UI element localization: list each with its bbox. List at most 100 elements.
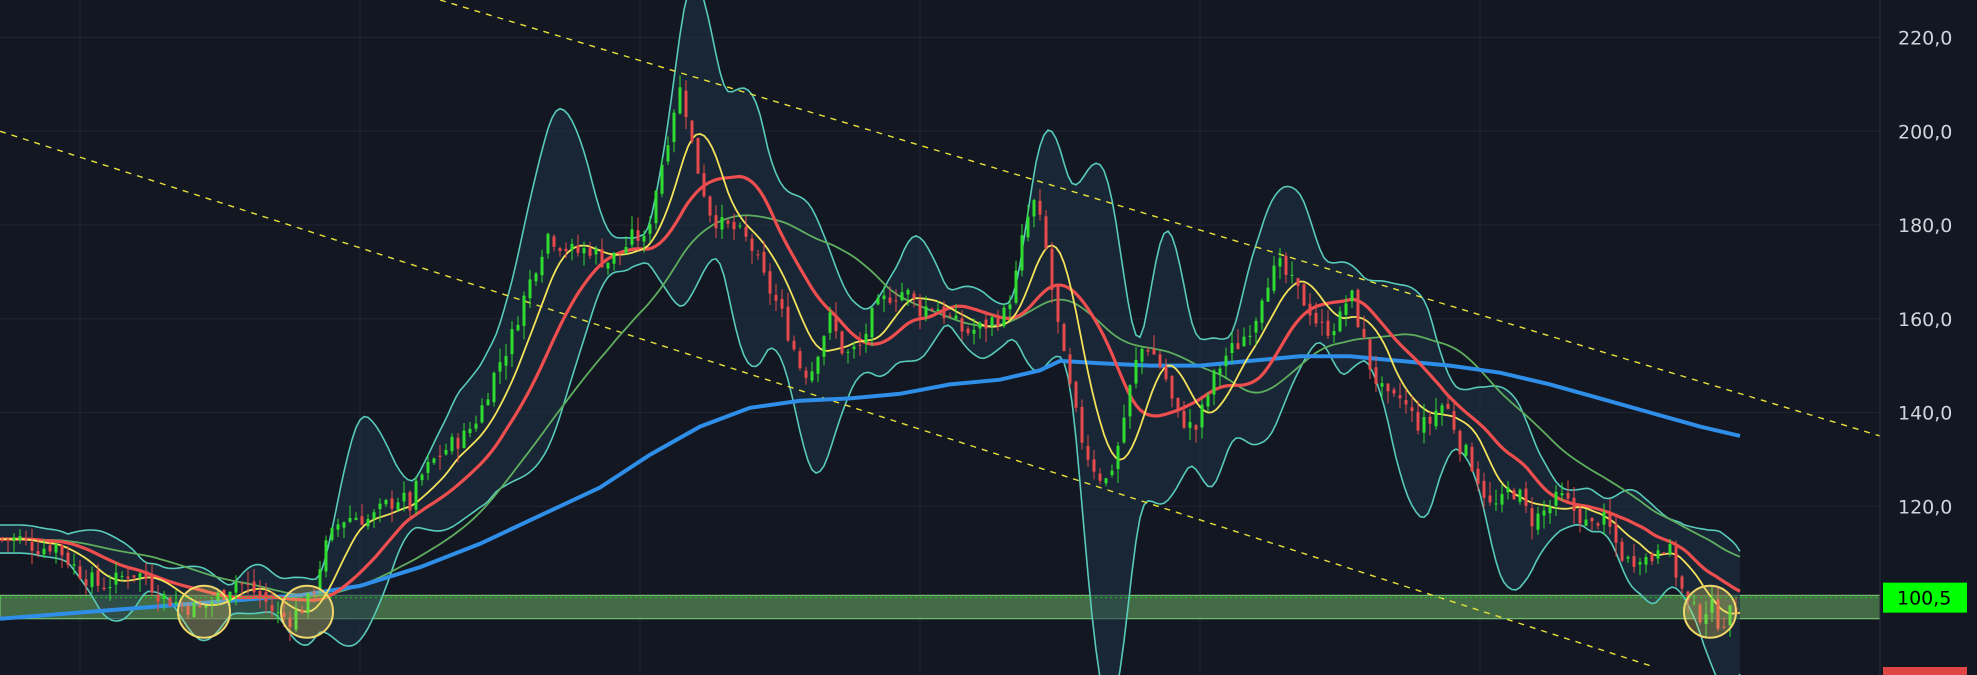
y-tick-label: 200,0: [1898, 121, 1952, 143]
candle-body: [396, 502, 400, 510]
candle: [324, 535, 328, 578]
candle-body: [1512, 490, 1516, 500]
candle-body: [120, 575, 124, 577]
candle-body: [228, 591, 232, 601]
candle-body: [600, 249, 604, 268]
candle: [1062, 322, 1066, 352]
candle-body: [1560, 493, 1564, 496]
candle-body: [1482, 480, 1486, 498]
candle-body: [1470, 447, 1474, 472]
candle-body: [690, 120, 694, 142]
candle-body: [318, 569, 322, 590]
candle-body: [1050, 248, 1054, 290]
candle-body: [1488, 495, 1492, 503]
candle-body: [426, 462, 430, 473]
candle: [1368, 339, 1372, 380]
candle-body: [324, 540, 328, 572]
candle: [1020, 223, 1024, 277]
candle-body: [1434, 410, 1438, 427]
stock-chart[interactable]: 220,0 200,0 180,0 160,0 140,0 120,0 100,5: [0, 0, 1977, 675]
candle-body: [1626, 556, 1630, 559]
candle-body: [1410, 407, 1414, 411]
candle-body: [792, 340, 796, 350]
candle-body: [1140, 348, 1144, 362]
y-tick-label: 160,0: [1898, 309, 1952, 331]
candle-body: [348, 518, 352, 522]
candle-body: [972, 329, 976, 334]
candle-body: [978, 322, 982, 329]
candle-body: [750, 238, 754, 251]
candle-body: [1584, 519, 1588, 526]
candle-body: [138, 573, 142, 578]
candle-body: [696, 137, 700, 174]
candle-body: [1218, 368, 1222, 375]
candle-body: [912, 293, 916, 299]
candle-body: [378, 503, 382, 510]
candle-body: [1536, 513, 1540, 530]
candle-body: [168, 597, 172, 607]
candle: [1458, 428, 1462, 462]
candle-body: [1266, 287, 1270, 302]
candle-body: [516, 324, 520, 331]
candle-body: [336, 524, 340, 530]
candle-body: [1200, 404, 1204, 428]
candle-body: [1596, 523, 1600, 526]
y-tick-label: 140,0: [1898, 403, 1952, 425]
candle-body: [1332, 330, 1336, 336]
candle-body: [1308, 303, 1312, 316]
candle-body: [858, 344, 862, 346]
candle-body: [606, 262, 610, 269]
candle-body: [84, 579, 88, 586]
candle-body: [48, 545, 52, 552]
candle-body: [1620, 541, 1624, 561]
candle-body: [1296, 278, 1300, 286]
candle-body: [1122, 417, 1126, 443]
y-tick-label: 180,0: [1898, 215, 1952, 237]
candle-body: [558, 248, 562, 252]
candle-body: [834, 314, 838, 332]
candle-body: [540, 256, 544, 276]
candle-body: [1644, 557, 1648, 565]
candle-body: [1074, 381, 1078, 408]
candle-body: [330, 527, 334, 540]
candle-body: [60, 545, 64, 556]
candle: [1074, 380, 1078, 413]
candle-body: [372, 512, 376, 520]
candle: [414, 476, 418, 515]
candle-body: [414, 480, 418, 510]
candle-body: [1170, 376, 1174, 399]
candle-body: [354, 517, 358, 520]
candle-body: [438, 455, 442, 457]
candle-body: [1368, 339, 1372, 370]
candle-body: [18, 536, 22, 541]
candle-body: [276, 612, 280, 614]
candle-body: [384, 499, 388, 505]
candle-body: [270, 604, 274, 612]
candle-body: [996, 318, 1000, 327]
candle-body: [804, 370, 808, 378]
candle-body: [1008, 304, 1012, 310]
candle-body: [624, 246, 628, 253]
candle-body: [1506, 487, 1510, 493]
candle-body: [240, 583, 244, 585]
candle-body: [12, 537, 16, 541]
candle-body: [1254, 320, 1258, 333]
candle-body: [1158, 354, 1162, 368]
candle-body: [1380, 383, 1384, 387]
candle: [690, 120, 694, 145]
candle-body: [762, 251, 766, 273]
candle-body: [1494, 503, 1498, 505]
candle-body: [246, 584, 250, 586]
chart-canvas[interactable]: 220,0 200,0 180,0 160,0 140,0 120,0 100,5: [0, 0, 1977, 675]
candle-body: [894, 300, 898, 302]
candle-body: [1086, 445, 1090, 460]
candle: [798, 347, 802, 371]
candle-body: [534, 273, 538, 282]
candle-body: [726, 220, 730, 224]
candle-body: [1614, 523, 1618, 543]
candle-body: [30, 541, 34, 551]
bollinger-band-layer: [0, 0, 1741, 675]
candle-body: [1374, 367, 1378, 384]
candle-body: [984, 319, 988, 329]
candle-body: [1206, 395, 1210, 407]
